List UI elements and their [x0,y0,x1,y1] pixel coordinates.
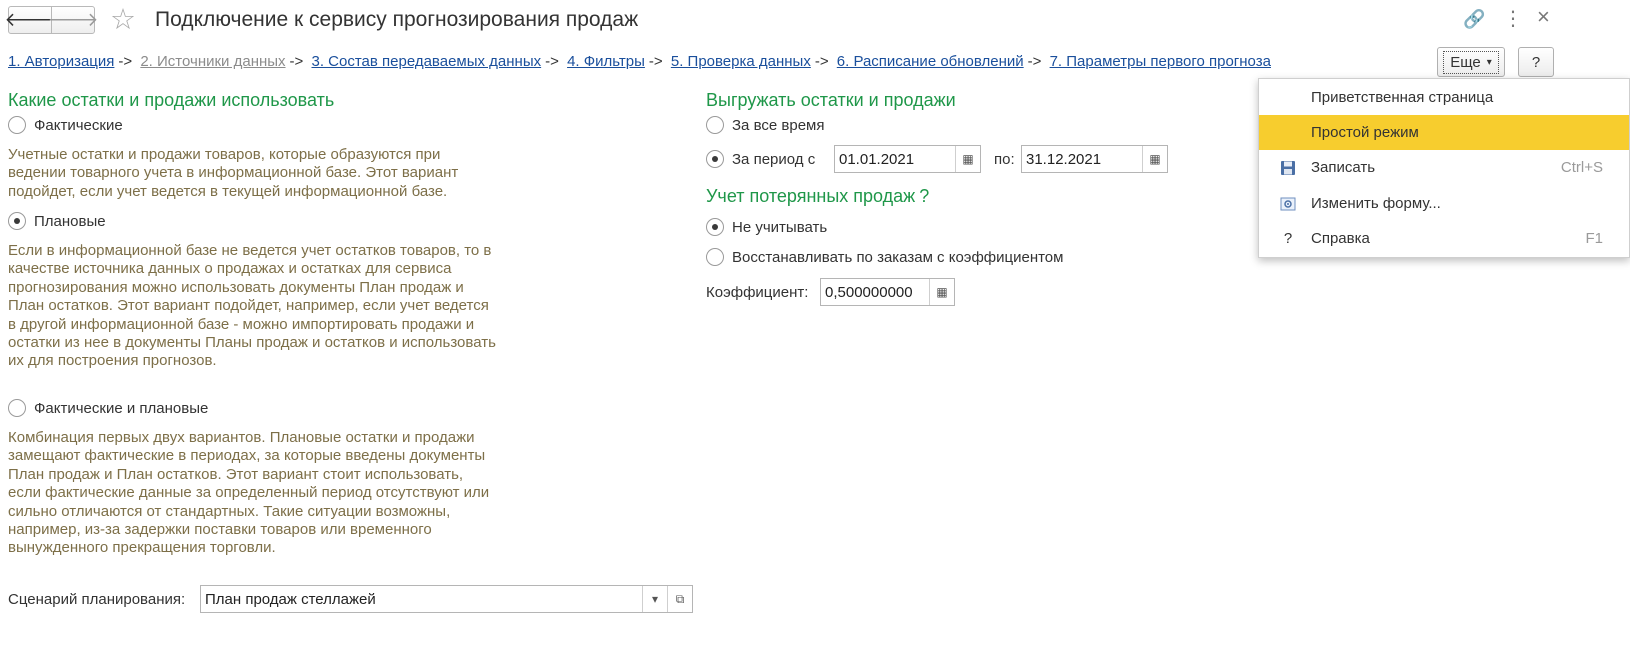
step-separator: -> [648,53,663,70]
help-question-icon[interactable]: ? [915,186,929,206]
menu-item-simple-mode[interactable]: Простой режим [1259,115,1629,150]
radio-label: За все время [732,116,825,134]
step-separator: -> [289,53,304,70]
coefficient-field[interactable]: 0,500000000 ▦ [820,278,955,306]
kebab-menu-icon[interactable]: ⋮ [1503,8,1523,30]
radio-period[interactable]: За период с [706,150,815,168]
wizard-steps: 1. Авторизация -> 2. Источники данных -> 3… [8,53,1271,70]
radio-dot [712,224,718,230]
page-title: Подключение к сервису прогнозирования пр… [155,8,639,31]
scenario-field[interactable]: План продаж стеллажей ▾ ⧉ [200,585,693,613]
menu-item-label: Приветственная страница [1311,89,1494,106]
step-data-sources[interactable]: 2. Источники данных [140,53,285,70]
favorite-star-icon[interactable]: ☆ [110,3,136,37]
radio-circle [706,116,724,134]
step-separator: -> [118,53,133,70]
radio-planned[interactable]: Плановые [8,212,106,230]
menu-item-label: Записать [1311,159,1376,176]
help-icon: ? [1283,230,1293,247]
scenario-value: План продаж стеллажей [205,591,376,608]
menu-item-save[interactable]: Записать Ctrl+S [1259,150,1629,185]
step-data-check[interactable]: 5. Проверка данных [671,53,811,70]
coefficient-label: Коэффициент: [706,284,809,301]
step-filters[interactable]: 4. Фильтры [567,53,645,70]
link-icon[interactable]: 🔗 [1463,8,1485,30]
menu-item-label: Справка [1311,230,1370,247]
radio-all-time[interactable]: За все время [706,116,824,134]
radio-circle [706,150,724,168]
radio-circle [8,116,26,134]
radio-actual-and-planned[interactable]: Фактические и плановые [8,399,208,417]
date-to-field[interactable]: 31.12.2021 ▦ [1021,145,1168,173]
menu-item-welcome-page[interactable]: Приветственная страница [1259,80,1629,115]
menu-item-help[interactable]: ? Справка F1 [1259,221,1629,256]
menu-item-edit-form[interactable]: Изменить форму... [1259,186,1629,221]
close-icon[interactable]: × [1537,6,1550,28]
radio-circle [8,399,26,417]
help-button[interactable]: ? [1518,47,1554,77]
more-button[interactable]: Еще ▾ [1437,47,1505,77]
calendar-icon[interactable]: ▦ [955,146,980,172]
radio-dot [14,218,20,224]
scenario-label: Сценарий планирования: [8,591,186,608]
date-to-label: по: [994,151,1015,168]
section-heading-export: Выгружать остатки и продажи [706,90,956,110]
radio-circle [8,212,26,230]
radio-label: Восстанавливать по заказам с коэффициент… [732,248,1064,266]
menu-item-label: Изменить форму... [1311,195,1441,212]
radio-label: Не учитывать [732,218,828,236]
chevron-down-icon[interactable]: ▾ [642,586,667,612]
more-label: Еще [1450,53,1481,71]
radio-dot [712,156,718,162]
menu-item-shortcut: F1 [1585,230,1603,247]
radio-restore-by-orders[interactable]: Восстанавливать по заказам с коэффициент… [706,248,1063,266]
help-label: ? [1531,53,1541,71]
step-data-composition[interactable]: 3. Состав передаваемых данных [311,53,541,70]
step-separator: -> [1027,53,1042,70]
section-heading-which-data: Какие остатки и продажи использовать [8,90,335,110]
radio-circle [706,248,724,266]
form-settings-icon [1279,195,1297,213]
step-schedule[interactable]: 6. Расписание обновлений [837,53,1024,70]
radio-label: Фактические [34,116,123,134]
back-button[interactable]: 🡐 [5,6,55,34]
radio-actual[interactable]: Фактические [8,116,123,134]
date-from-value: 01.01.2021 [839,151,915,168]
step-separator: -> [814,53,829,70]
radio-do-not-count[interactable]: Не учитывать [706,218,827,236]
lost-sales-title: Учет потерянных продаж [706,186,916,206]
date-to-value: 31.12.2021 [1026,151,1102,168]
description-planned: Если в информационной базе не ведется уч… [8,242,496,370]
chevron-down-icon: ▾ [1486,56,1492,68]
forward-button[interactable]: 🡒 [48,6,98,34]
open-icon[interactable]: ⧉ [667,586,692,612]
save-icon [1279,159,1297,177]
date-from-field[interactable]: 01.01.2021 ▦ [834,145,981,173]
more-menu: Приветственная страница Простой режим За… [1258,78,1630,258]
calendar-icon[interactable]: ▦ [1142,146,1167,172]
coefficient-value: 0,500000000 [825,284,913,301]
step-authorization[interactable]: 1. Авторизация [8,53,114,70]
radio-label: Плановые [34,212,106,230]
radio-label: За период с [732,150,816,168]
calculator-icon[interactable]: ▦ [929,279,954,305]
step-separator: -> [545,53,559,70]
arrow-right-icon: 🡒 [47,10,99,31]
menu-item-label: Простой режим [1311,124,1419,141]
menu-item-shortcut: Ctrl+S [1560,159,1603,176]
radio-circle [706,218,724,236]
section-heading-lost-sales: Учет потерянных продаж? [706,186,929,207]
description-actual-and-planned: Комбинация первых двух вариантов. Планов… [8,429,490,557]
step-first-forecast[interactable]: 7. Параметры первого прогноза [1050,53,1271,70]
radio-label: Фактические и плановые [34,399,209,417]
description-actual: Учетные остатки и продажи товаров, котор… [8,146,459,200]
